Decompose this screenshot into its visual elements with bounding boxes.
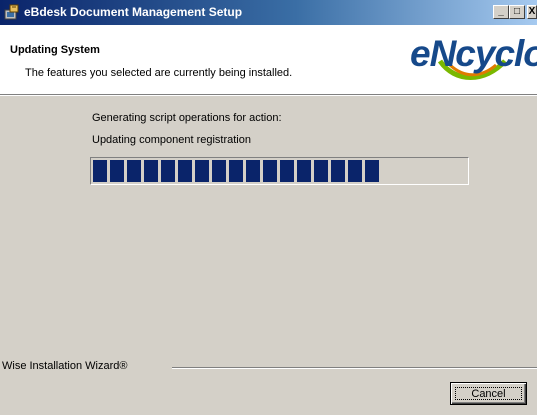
title-bar[interactable]: eBdesk Document Management Setup _ □ X xyxy=(0,0,537,25)
progress-fill xyxy=(93,160,379,182)
logo-wordmark: eNcyclo xyxy=(410,33,537,74)
cancel-button-label: Cancel xyxy=(455,387,522,400)
setup-window: eBdesk Document Management Setup _ □ X U… xyxy=(0,0,537,415)
footer-divider xyxy=(172,367,537,369)
status-detail-label: Updating component registration xyxy=(92,134,251,146)
cancel-button[interactable]: Cancel xyxy=(450,382,527,405)
installer-icon xyxy=(4,4,20,20)
close-button[interactable]: X xyxy=(527,5,537,19)
branding-label: Wise Installation Wizard® xyxy=(2,360,128,372)
status-action-label: Generating script operations for action: xyxy=(92,112,282,124)
progress-bar xyxy=(90,157,469,185)
maximize-button[interactable]: □ xyxy=(509,5,525,19)
page-title: Updating System xyxy=(10,44,100,56)
header-divider xyxy=(0,94,537,96)
window-title: eBdesk Document Management Setup xyxy=(24,5,243,19)
header-panel: Updating System The features you selecte… xyxy=(0,25,537,94)
minimize-button[interactable]: _ xyxy=(493,5,509,19)
encyclo-logo: eNcyclo xyxy=(410,31,537,87)
page-subtitle: The features you selected are currently … xyxy=(25,67,293,79)
